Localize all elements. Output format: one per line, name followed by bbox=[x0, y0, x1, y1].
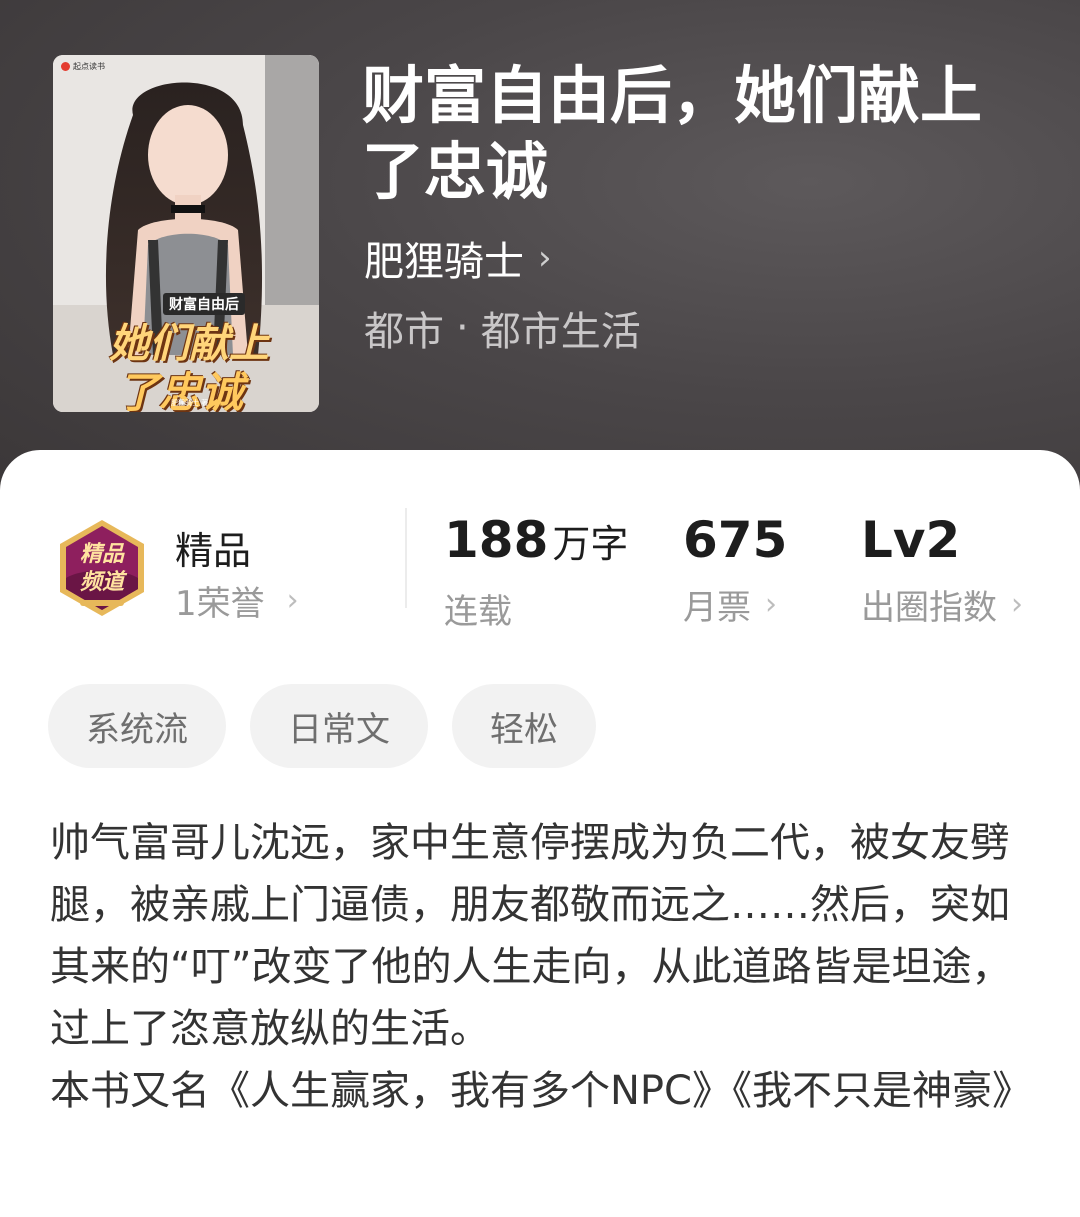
chevron-right-icon: › bbox=[1011, 587, 1023, 622]
monthly-tickets-value: 675 bbox=[683, 511, 788, 569]
description-paragraph: 帅气富哥儿沈远，家中生意停摆成为负二代，被女友劈腿，被亲戚上门逼债，朋友都敬而远… bbox=[50, 820, 1012, 1052]
stats-row: 精品 频道 精品 1荣誉 › 188 万字 连载 675 月票 › Lv2 出圈… bbox=[0, 450, 1080, 650]
cover-author-mark: 肥狸骑士 著 bbox=[171, 399, 209, 407]
honor-link[interactable]: 1荣誉 › bbox=[175, 576, 299, 625]
genre-category[interactable]: 都市 bbox=[364, 299, 444, 357]
premium-channel-badge-icon[interactable]: 精品 频道 bbox=[52, 518, 152, 618]
cover-logo: 起点读书 bbox=[61, 61, 105, 72]
divider bbox=[405, 508, 407, 608]
genre-subcategory[interactable]: 都市生活 bbox=[481, 299, 641, 357]
monthly-tickets-label: 月票 bbox=[683, 588, 751, 628]
word-count-unit: 万字 bbox=[552, 522, 629, 566]
book-info-card: 精品 频道 精品 1荣誉 › 188 万字 连载 675 月票 › Lv2 出圈… bbox=[0, 450, 1080, 1217]
genre-separator: · bbox=[456, 305, 469, 351]
cover-logo-text: 起点读书 bbox=[73, 62, 105, 71]
description-paragraph: 本书又名《人生赢家，我有多个NPC》《我不只是神豪》 bbox=[50, 1068, 1032, 1114]
chevron-right-icon: › bbox=[765, 587, 777, 622]
badge-text-line2: 频道 bbox=[79, 570, 124, 595]
author-link[interactable]: 肥狸骑士 › bbox=[364, 228, 552, 288]
honor-title: 精品 bbox=[175, 529, 252, 573]
stat-popularity-index[interactable]: Lv2 出圈指数 › bbox=[861, 510, 1023, 629]
chevron-right-icon: › bbox=[538, 238, 552, 278]
book-header: 起点读书 财富自由后 她们献上 了忠诚 肥狸骑士 著 财富自由后，她们献上了忠诚… bbox=[0, 0, 1080, 520]
book-genre: 都市 · 都市生活 bbox=[364, 300, 641, 356]
book-cover[interactable]: 起点读书 财富自由后 她们献上 了忠诚 肥狸骑士 著 bbox=[53, 55, 319, 412]
serial-status: 连载 bbox=[444, 592, 512, 632]
stat-monthly-tickets[interactable]: 675 月票 › bbox=[683, 510, 787, 629]
word-count-value: 188 bbox=[444, 511, 549, 569]
book-title: 财富自由后，她们献上了忠诚 bbox=[362, 59, 983, 208]
cover-logo-icon bbox=[61, 62, 70, 71]
tag-list: 系统流 日常文 轻松 bbox=[48, 684, 596, 768]
honor-count: 1荣誉 bbox=[175, 584, 265, 624]
stat-word-count: 188 万字 连载 bbox=[444, 510, 628, 633]
tag-chip[interactable]: 轻松 bbox=[452, 684, 596, 768]
tag-chip[interactable]: 日常文 bbox=[250, 684, 428, 768]
popularity-index-label: 出圈指数 bbox=[861, 588, 997, 628]
chevron-right-icon: › bbox=[286, 583, 299, 618]
author-name: 肥狸骑士 bbox=[364, 239, 524, 285]
tag-chip[interactable]: 系统流 bbox=[48, 684, 226, 768]
book-description: 帅气富哥儿沈远，家中生意停摆成为负二代，被女友劈腿，被亲戚上门逼债，朋友都敬而远… bbox=[50, 812, 1032, 1122]
popularity-level-value: Lv2 bbox=[861, 511, 961, 569]
